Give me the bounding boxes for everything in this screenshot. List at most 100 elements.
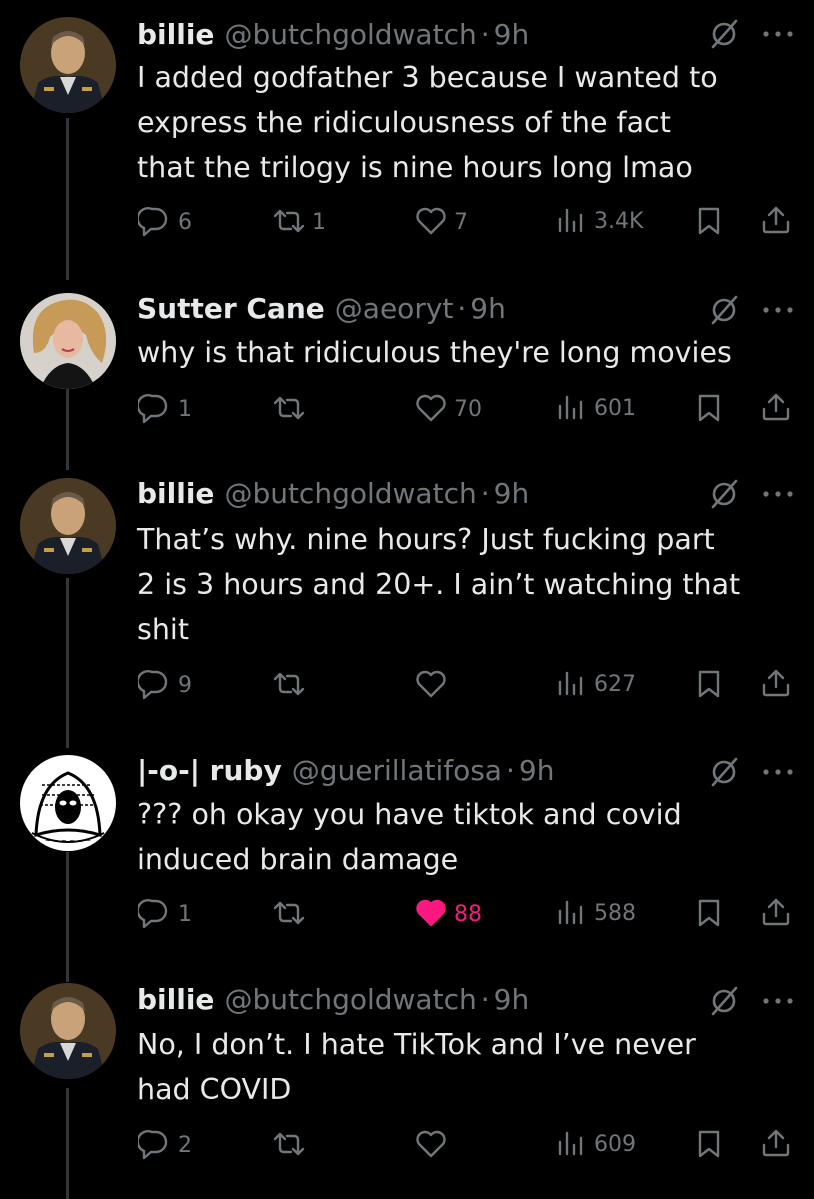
reply-count: 2 — [178, 1132, 192, 1158]
like-button[interactable]: 7 — [414, 205, 468, 239]
avatar-photo-man-uniform-icon — [20, 478, 116, 574]
share-icon[interactable] — [760, 1127, 792, 1159]
display-name[interactable]: billie — [137, 477, 214, 510]
tweet[interactable]: billie @butchgoldwatch · 9h I added godf… — [0, 0, 814, 280]
more-options-icon[interactable] — [760, 28, 796, 40]
reply-count: 6 — [178, 209, 192, 235]
tweet-text: I added godfather 3 because I wanted to … — [137, 61, 718, 184]
display-name[interactable]: billie — [137, 18, 214, 51]
avatar-photo-man-uniform-icon — [20, 17, 116, 113]
reply-button[interactable]: 1 — [138, 897, 192, 931]
tweet[interactable]: |-o-| ruby @guerillatifosa · 9h ??? oh o… — [0, 750, 814, 985]
bookmark-icon[interactable] — [694, 897, 726, 929]
like-button[interactable]: 70 — [414, 392, 482, 426]
reply-icon — [138, 1129, 168, 1160]
user-handle[interactable]: @butchgoldwatch — [224, 477, 476, 510]
views-button[interactable]: 609 — [556, 1128, 636, 1160]
like-count: 70 — [454, 396, 482, 422]
avatar[interactable] — [20, 983, 116, 1079]
repost-button[interactable] — [272, 897, 306, 931]
grok-icon[interactable] — [708, 756, 740, 788]
views-button[interactable]: 627 — [556, 668, 636, 700]
like-button[interactable] — [414, 668, 448, 702]
grok-icon[interactable] — [708, 18, 740, 50]
heart-icon — [416, 207, 446, 235]
display-name[interactable]: |-o-| ruby — [137, 754, 282, 787]
heart-icon — [416, 394, 446, 422]
user-handle[interactable]: @butchgoldwatch — [224, 18, 476, 51]
avatar[interactable] — [20, 17, 116, 113]
like-button[interactable]: 88 — [414, 897, 482, 931]
view-count: 3.4K — [594, 208, 644, 234]
reply-icon — [138, 393, 168, 424]
more-options-icon[interactable] — [760, 766, 796, 778]
display-name[interactable]: billie — [137, 983, 214, 1016]
timestamp[interactable]: 9h — [494, 18, 530, 51]
grok-icon[interactable] — [708, 985, 740, 1017]
avatar-photo-woman-curly-hair-icon — [20, 293, 116, 389]
more-options-icon[interactable] — [760, 995, 796, 1007]
tweet-text: why is that ridiculous they're long movi… — [137, 336, 732, 369]
avatar[interactable] — [20, 478, 116, 574]
heart-filled-icon — [416, 899, 446, 927]
like-button[interactable] — [414, 1128, 448, 1162]
user-handle[interactable]: @aeoryt — [335, 292, 454, 325]
reply-icon — [138, 669, 168, 700]
tweet[interactable]: Sutter Cane @aeoryt · 9h why is that rid… — [0, 280, 814, 470]
tweet-text: That’s why. nine hours? Just fucking par… — [137, 523, 741, 646]
tweet[interactable]: billie @butchgoldwatch · 9h No, I don’t.… — [0, 982, 814, 1199]
reply-count: 1 — [178, 901, 192, 927]
timestamp[interactable]: 9h — [470, 292, 506, 325]
bookmark-icon[interactable] — [694, 205, 726, 237]
avatar[interactable] — [20, 293, 116, 389]
tweet-text: No, I don’t. I hate TikTok and I’ve neve… — [137, 1028, 696, 1106]
repost-button[interactable] — [272, 392, 312, 426]
separator-dot: · — [505, 753, 515, 787]
reply-icon — [138, 898, 168, 929]
separator-dot: · — [480, 982, 490, 1016]
reply-button[interactable]: 6 — [138, 205, 192, 239]
views-icon — [558, 395, 583, 420]
user-handle[interactable]: @guerillatifosa — [292, 754, 502, 787]
repost-count: 1 — [312, 209, 326, 235]
views-icon — [558, 900, 583, 925]
separator-dot: · — [457, 291, 467, 325]
timestamp[interactable]: 9h — [494, 983, 530, 1016]
repost-icon — [273, 901, 305, 925]
display-name[interactable]: Sutter Cane — [137, 292, 325, 325]
timestamp[interactable]: 9h — [494, 477, 530, 510]
views-button[interactable]: 588 — [556, 897, 636, 929]
grok-icon[interactable] — [708, 478, 740, 510]
repost-button[interactable] — [272, 1128, 306, 1162]
reply-button[interactable]: 9 — [138, 668, 192, 702]
repost-button[interactable] — [272, 668, 306, 702]
timestamp[interactable]: 9h — [519, 754, 555, 787]
repost-icon — [273, 396, 305, 420]
repost-button[interactable]: 1 — [272, 205, 326, 239]
more-options-icon[interactable] — [760, 304, 796, 316]
heart-icon — [416, 670, 446, 698]
reply-button[interactable]: 1 — [138, 392, 192, 426]
tweet-header: Sutter Cane @aeoryt · 9h — [137, 288, 506, 328]
reply-icon — [138, 206, 168, 237]
tweet[interactable]: billie @butchgoldwatch · 9h That’s why. … — [0, 470, 814, 750]
bookmark-icon[interactable] — [694, 668, 726, 700]
share-icon[interactable] — [760, 896, 792, 928]
repost-icon — [273, 1132, 305, 1156]
reply-button[interactable]: 2 — [138, 1128, 192, 1162]
tweet-header: billie @butchgoldwatch · 9h — [137, 14, 529, 54]
share-icon[interactable] — [760, 391, 792, 423]
user-handle[interactable]: @butchgoldwatch — [224, 983, 476, 1016]
views-button[interactable]: 601 — [556, 392, 636, 424]
separator-dot: · — [480, 476, 490, 510]
share-icon[interactable] — [760, 204, 792, 236]
bookmark-icon[interactable] — [694, 1128, 726, 1160]
like-count: 7 — [454, 209, 468, 235]
tweet-header: |-o-| ruby @guerillatifosa · 9h — [137, 750, 554, 790]
grok-icon[interactable] — [708, 294, 740, 326]
share-icon[interactable] — [760, 667, 792, 699]
more-options-icon[interactable] — [760, 488, 796, 500]
avatar[interactable] — [20, 755, 116, 851]
bookmark-icon[interactable] — [694, 392, 726, 424]
views-button[interactable]: 3.4K — [556, 205, 643, 237]
